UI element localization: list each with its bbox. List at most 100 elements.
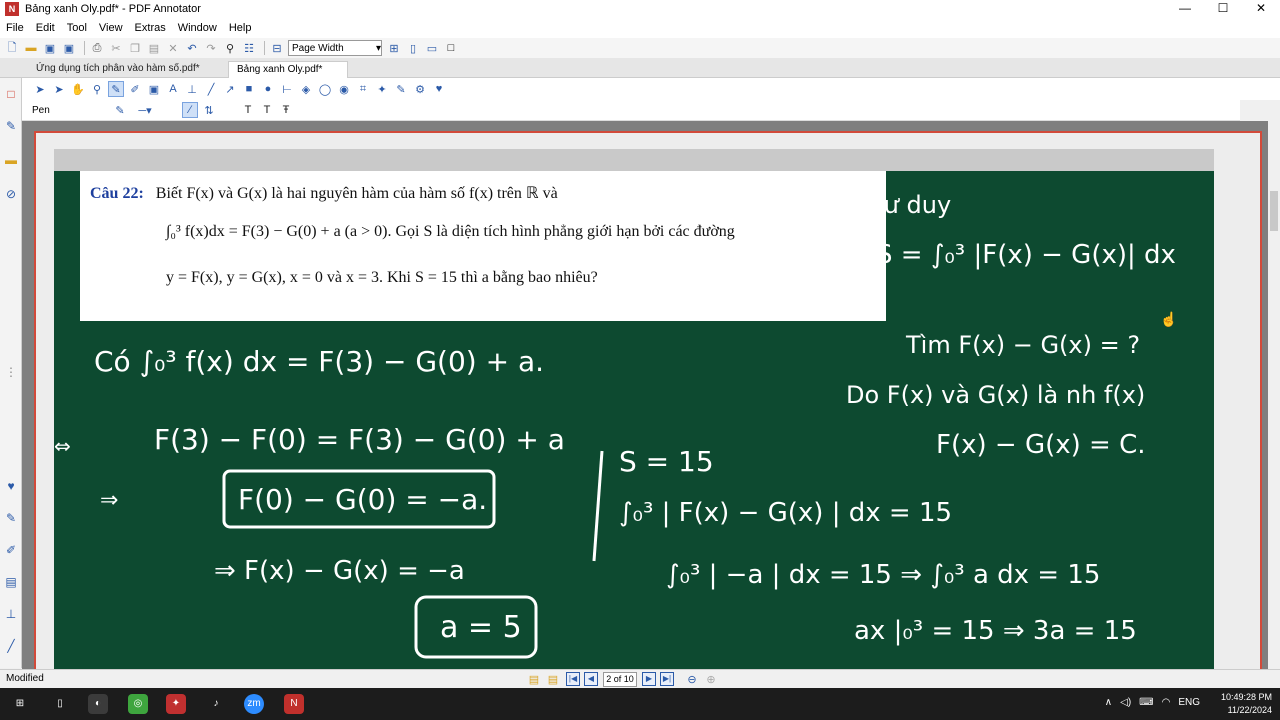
pressure-icon[interactable]: ⇅ xyxy=(201,102,217,118)
strikethrough-icon[interactable]: Ŧ xyxy=(278,102,294,118)
paste-icon[interactable]: ▤ xyxy=(146,40,162,56)
lasso-icon[interactable]: ◯ xyxy=(317,81,333,97)
tab-bang-xanh-oly[interactable]: Bảng xanh Oly.pdf* xyxy=(228,61,348,78)
close-button[interactable]: ✕ xyxy=(1242,0,1280,18)
clock[interactable]: 10:49:28 PM 11/22/2024 xyxy=(1221,691,1272,717)
pen-icon[interactable]: ✎ xyxy=(3,118,19,134)
pdf-page: Tư duy S = ∫₀³ |F(x) − G(x)| dx Tìm F(x)… xyxy=(34,131,1262,669)
next-view-icon[interactable]: ▤ xyxy=(545,671,561,687)
undo-icon[interactable]: ↶ xyxy=(184,40,200,56)
redo-icon[interactable]: ↷ xyxy=(203,40,219,56)
minimize-button[interactable]: — xyxy=(1166,0,1204,18)
single-page-view-icon[interactable]: ▯ xyxy=(405,40,421,56)
app-icon-3[interactable]: ✦ xyxy=(166,694,186,714)
copy-icon[interactable]: ❐ xyxy=(127,40,143,56)
collapse-dots-icon[interactable]: ⋮ xyxy=(3,364,19,380)
hand-icon[interactable]: ✋ xyxy=(70,81,86,97)
favorite-heart-icon[interactable]: ♥ xyxy=(3,478,19,494)
language-indicator[interactable]: ENG xyxy=(1178,697,1200,708)
print-icon[interactable]: ⎙ xyxy=(89,40,105,56)
phone-icon[interactable]: ▯ xyxy=(50,694,70,714)
page-icon[interactable]: □ xyxy=(3,86,19,102)
save-icon[interactable]: ▣ xyxy=(42,40,58,56)
menu-extras[interactable]: Extras xyxy=(135,22,166,34)
camera-icon[interactable]: ◉ xyxy=(336,81,352,97)
keyboard-icon[interactable]: ⌨ xyxy=(1139,697,1153,708)
select-arrow-icon[interactable]: ➤ xyxy=(32,81,48,97)
save-close-icon[interactable]: ▣ xyxy=(61,40,77,56)
text-size-icon[interactable]: T xyxy=(259,102,275,118)
separator xyxy=(84,41,85,55)
more-tools-icon[interactable]: ⚙ xyxy=(412,81,428,97)
ruler-icon[interactable]: ✎ xyxy=(393,81,409,97)
maximize-button[interactable]: ☐ xyxy=(1204,0,1242,18)
zoom-out-icon[interactable]: ⊟ xyxy=(269,40,285,56)
folder-icon[interactable]: ▬ xyxy=(3,152,19,168)
ellipse-icon[interactable]: ● xyxy=(260,81,276,97)
line-style-icon[interactable]: ─▾ xyxy=(131,102,159,118)
prev-view-icon[interactable]: ▤ xyxy=(526,671,542,687)
attachment-icon[interactable]: ⊘ xyxy=(3,186,19,202)
organize-pages-icon[interactable]: ☷ xyxy=(241,40,257,56)
scrollbar-thumb[interactable] xyxy=(1270,191,1278,231)
stamp-tool-icon[interactable]: ⊥ xyxy=(184,81,200,97)
tab-ung-dung-tich-phan[interactable]: Ứng dụng tích phân vào hàm số.pdf* xyxy=(28,61,228,78)
menu-window[interactable]: Window xyxy=(178,22,217,34)
select-text-icon[interactable]: ➤ xyxy=(51,81,67,97)
menu-help[interactable]: Help xyxy=(229,22,252,34)
menu-view[interactable]: View xyxy=(99,22,123,34)
vertical-scrollbar[interactable] xyxy=(1268,121,1280,669)
pen-color-icon[interactable]: ✎ xyxy=(112,102,128,118)
back-icon[interactable]: ⊖ xyxy=(684,671,700,687)
wifi-icon[interactable]: ◠ xyxy=(1162,697,1171,708)
speaker-icon[interactable]: ◁) xyxy=(1120,697,1131,708)
menu-file[interactable]: File xyxy=(6,22,24,34)
hw-answer-a-5: a = 5 xyxy=(440,610,522,645)
menu-tool[interactable]: Tool xyxy=(67,22,87,34)
measure-icon[interactable]: ⊢ xyxy=(279,81,295,97)
text-format-icon[interactable]: T xyxy=(240,102,256,118)
zoom-tool-icon[interactable]: ⚲ xyxy=(89,81,105,97)
app-icon-2[interactable]: ◎ xyxy=(128,694,148,714)
text-tool-icon[interactable]: A xyxy=(165,81,181,97)
open-folder-icon[interactable]: ▬ xyxy=(23,40,39,56)
pen-active-icon[interactable]: ✎ xyxy=(108,81,124,97)
arrow-icon[interactable]: ↗ xyxy=(222,81,238,97)
document-viewport[interactable]: Tư duy S = ∫₀³ |F(x) − G(x)| dx Tìm F(x)… xyxy=(22,121,1268,669)
highlighter-tool-icon[interactable]: ✐ xyxy=(127,81,143,97)
pen-tool-icon[interactable]: ✎ xyxy=(3,510,19,526)
new-icon[interactable]: 🗋 xyxy=(4,40,20,56)
pdf-annotator-taskbar-icon[interactable]: N xyxy=(284,694,304,714)
line-icon[interactable]: ╱ xyxy=(203,81,219,97)
first-page-button[interactable]: |◀ xyxy=(566,672,580,686)
zoom-select[interactable]: Page Width ▾ xyxy=(288,40,382,56)
stamp-icon[interactable]: ⊥ xyxy=(3,606,19,622)
binoculars-icon[interactable]: ⚲ xyxy=(222,40,238,56)
zoom-app-icon[interactable]: zm xyxy=(244,694,264,714)
highlighter-icon[interactable]: ✐ xyxy=(3,542,19,558)
forward-icon[interactable]: ⊕ xyxy=(703,671,719,687)
crop-icon[interactable]: ⌗ xyxy=(355,81,371,97)
image-icon[interactable]: ▣ xyxy=(146,81,162,97)
text-box-icon[interactable]: ▤ xyxy=(3,574,19,590)
rectangle-icon[interactable]: ■ xyxy=(241,81,257,97)
zoom-in-icon[interactable]: ⊞ xyxy=(386,40,402,56)
smooth-stroke-icon[interactable]: ∕ xyxy=(182,102,198,118)
chevron-up-icon[interactable]: ∧ xyxy=(1105,697,1112,708)
cut-icon[interactable]: ✂ xyxy=(108,40,124,56)
tiktok-icon[interactable]: ♪ xyxy=(206,694,226,714)
delete-icon[interactable]: ✕ xyxy=(165,40,181,56)
last-page-button[interactable]: ▶| xyxy=(660,672,674,686)
page-indicator[interactable]: 2 of 10 xyxy=(603,671,637,687)
windows-start-icon[interactable]: ⊞ xyxy=(10,694,30,714)
fullscreen-icon[interactable]: □ xyxy=(443,40,459,56)
next-page-button[interactable]: ▶ xyxy=(642,672,656,686)
page-width-view-icon[interactable]: ▭ xyxy=(424,40,440,56)
menu-edit[interactable]: Edit xyxy=(36,22,55,34)
favorites-icon[interactable]: ♥ xyxy=(431,81,447,97)
app-icon-1[interactable]: ◐ xyxy=(88,694,108,714)
eraser-icon[interactable]: ◈ xyxy=(298,81,314,97)
line-tool-icon[interactable]: ╱ xyxy=(3,638,19,654)
previous-page-button[interactable]: ◀ xyxy=(584,672,598,686)
magic-icon[interactable]: ✦ xyxy=(374,81,390,97)
